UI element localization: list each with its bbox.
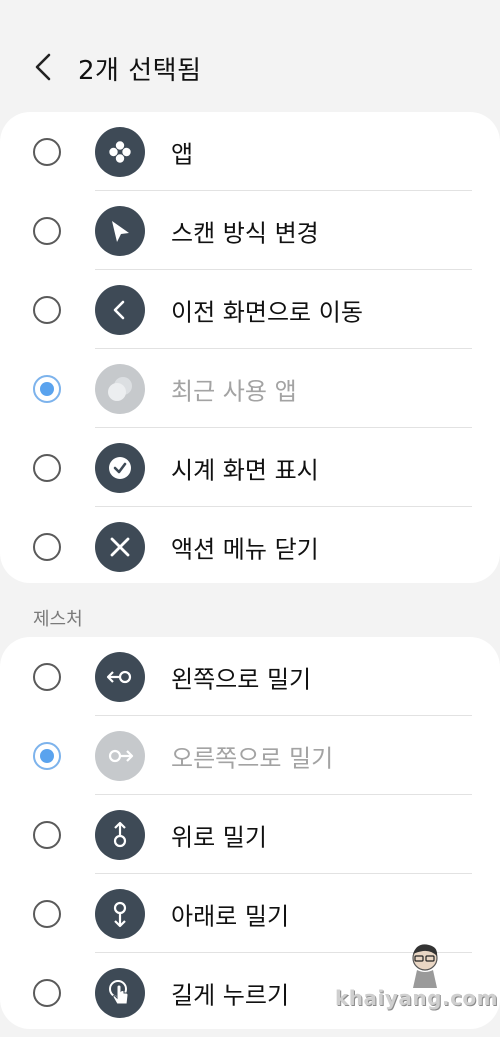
radio-button[interactable] [33,662,61,691]
radio-button[interactable] [33,295,61,324]
list-item-label: 시계 화면 표시 [171,456,319,484]
radio-button-selected[interactable] [33,374,61,403]
radio-button-selected[interactable] [33,741,61,770]
list-item[interactable]: 왼쪽으로 밀기 [0,637,500,716]
back-button[interactable] [26,48,60,86]
watermark-avatar-icon [412,944,438,988]
radio-button[interactable] [33,532,61,561]
apps-icon [95,126,145,177]
swipe-up-icon [95,809,145,860]
list-item[interactable]: 위로 밀기 [0,795,500,874]
radio-button[interactable] [33,453,61,482]
radio-button[interactable] [33,978,61,1007]
list-item-label: 액션 메뉴 닫기 [171,535,319,563]
swipe-right-icon [95,730,145,781]
recent-apps-icon [95,363,145,414]
radio-button[interactable] [33,137,61,166]
watermark-text: khaiyang.com [335,986,499,1010]
app-bar: 2개 선택됨 [0,0,500,110]
list-item-label: 길게 누르기 [171,981,290,1009]
list-item-label: 스캔 방식 변경 [171,219,319,247]
list-item-label: 오른쪽으로 밀기 [171,744,334,772]
list-item[interactable]: 스캔 방식 변경 [0,191,500,270]
radio-button[interactable] [33,216,61,245]
list-item[interactable]: 오른쪽으로 밀기 [0,716,500,795]
swipe-left-icon [95,651,145,702]
cursor-icon [95,205,145,256]
clock-icon [95,442,145,493]
radio-button[interactable] [33,899,61,928]
list-item-label: 왼쪽으로 밀기 [171,665,312,693]
list-item[interactable]: 이전 화면으로 이동 [0,270,500,349]
chevron-left-icon [35,53,51,81]
list-item[interactable]: 최근 사용 앱 [0,349,500,428]
list-item[interactable]: 시계 화면 표시 [0,428,500,507]
back-icon [95,284,145,335]
list-item-label: 위로 밀기 [171,823,267,851]
list-item-label: 아래로 밀기 [171,902,290,930]
page-title: 2개 선택됨 [78,56,202,86]
watermark: khaiyang.com [335,940,498,1020]
actions-card: 앱스캔 방식 변경이전 화면으로 이동최근 사용 앱시계 화면 표시액션 메뉴 … [0,112,500,583]
swipe-down-icon [95,888,145,939]
list-item-label: 최근 사용 앱 [171,377,297,405]
list-item-label: 이전 화면으로 이동 [171,298,363,326]
list-item-label: 앱 [171,140,194,168]
list-item[interactable]: 앱 [0,112,500,191]
radio-button[interactable] [33,820,61,849]
section-header-gestures: 제스처 [33,609,83,630]
list-item[interactable]: 액션 메뉴 닫기 [0,507,500,583]
close-icon [95,521,145,572]
long-press-icon [95,967,145,1018]
